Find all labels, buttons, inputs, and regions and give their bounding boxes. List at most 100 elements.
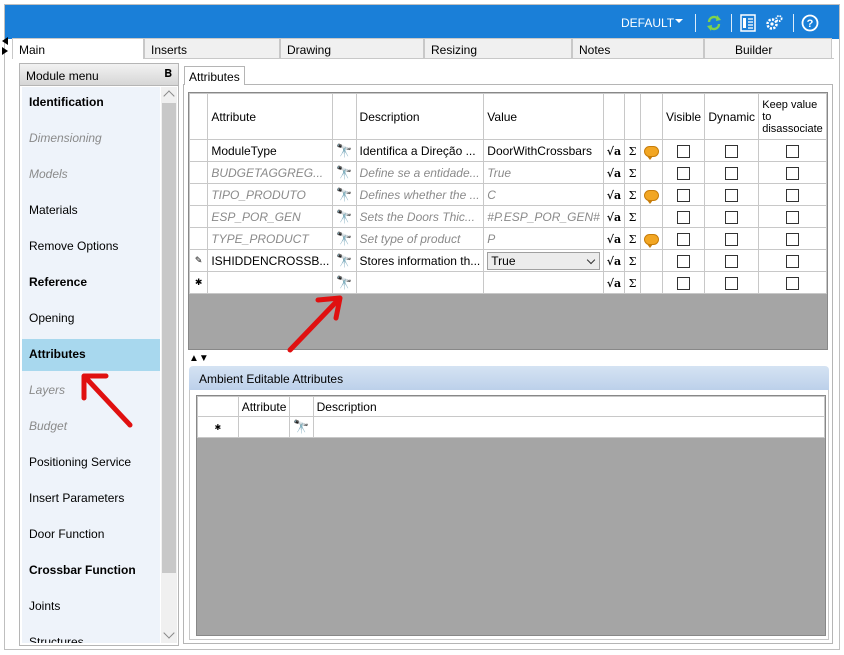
ambient-attribute-cell[interactable]: [237, 416, 291, 438]
binoculars-icon[interactable]: 🔭: [332, 249, 357, 272]
binoculars-icon[interactable]: 🔭: [332, 227, 357, 250]
help-icon[interactable]: ?: [801, 14, 819, 32]
table-row[interactable]: BUDGETAGGREG... 🔭 Define se a entidade... T…: [189, 161, 827, 184]
visible-checkbox[interactable]: [661, 139, 706, 162]
value-cell[interactable]: [483, 271, 604, 294]
module-menu-scrollbar[interactable]: [161, 87, 177, 643]
col-header-description[interactable]: Description: [355, 93, 485, 140]
chevron-down-icon[interactable]: [675, 19, 683, 23]
menu-item-materials[interactable]: Materials: [22, 195, 160, 227]
keep-value-checkbox[interactable]: [758, 139, 827, 162]
arrow-left-icon[interactable]: [2, 37, 8, 45]
sigma-icon[interactable]: Σ: [624, 227, 641, 250]
menu-item-positioning-service[interactable]: Positioning Service: [22, 447, 160, 479]
description-cell[interactable]: Set type of product: [355, 227, 485, 250]
dynamic-checkbox[interactable]: [704, 139, 760, 162]
attribute-cell[interactable]: ISHIDDENCROSSB...: [207, 249, 334, 272]
sigma-icon[interactable]: Σ: [624, 161, 641, 184]
sigma-icon[interactable]: Σ: [624, 205, 641, 228]
formula-icon[interactable]: √a: [602, 227, 626, 250]
dynamic-checkbox[interactable]: [704, 249, 760, 272]
formula-icon[interactable]: √a: [602, 139, 626, 162]
description-cell[interactable]: [355, 271, 485, 294]
binoculars-icon[interactable]: 🔭: [332, 271, 357, 294]
pin-icon[interactable]: 𝚩: [164, 68, 172, 81]
description-cell[interactable]: Stores information th...: [355, 249, 485, 272]
tab-notes[interactable]: Notes: [572, 38, 704, 58]
refresh-icon[interactable]: [705, 14, 723, 32]
dynamic-checkbox[interactable]: [704, 227, 760, 250]
ambient-new-row[interactable]: ✱ 🔭: [197, 416, 825, 438]
binoculars-icon[interactable]: 🔭: [332, 161, 357, 184]
attribute-cell[interactable]: ModuleType: [207, 139, 334, 162]
new-attribute-row[interactable]: ✱ 🔭 √a Σ: [189, 271, 827, 294]
keep-value-checkbox[interactable]: [758, 183, 827, 206]
formula-icon[interactable]: √a: [602, 161, 626, 184]
tab-builder[interactable]: Builder: [704, 38, 832, 58]
keep-value-checkbox[interactable]: [758, 161, 827, 184]
tab-inserts[interactable]: Inserts: [144, 38, 280, 58]
value-cell[interactable]: C: [483, 183, 604, 206]
description-cell[interactable]: Identifica a Direção ...: [355, 139, 485, 162]
description-cell[interactable]: Sets the Doors Thic...: [355, 205, 485, 228]
tab-attributes[interactable]: Attributes: [184, 66, 245, 85]
ambient-description-cell[interactable]: [312, 416, 825, 438]
document-list-icon[interactable]: [739, 14, 757, 32]
table-row[interactable]: ESP_POR_GEN 🔭 Sets the Doors Thic... #P.ESP…: [189, 205, 827, 228]
comment-bubble-icon[interactable]: [639, 183, 663, 206]
menu-item-opening[interactable]: Opening: [22, 303, 160, 335]
sigma-icon[interactable]: Σ: [624, 249, 641, 272]
value-cell[interactable]: DoorWithCrossbars: [483, 139, 604, 162]
description-cell[interactable]: Define se a entidade...: [355, 161, 485, 184]
attribute-cell[interactable]: TYPE_PRODUCT: [207, 227, 334, 250]
description-cell[interactable]: Defines whether the ...: [355, 183, 485, 206]
keep-value-checkbox[interactable]: [758, 249, 827, 272]
value-cell[interactable]: #P.ESP_POR_GEN#: [483, 205, 604, 228]
table-row[interactable]: TIPO_PRODUTO 🔭 Defines whether the ... C √a Σ: [189, 183, 827, 206]
attribute-cell[interactable]: TIPO_PRODUTO: [207, 183, 334, 206]
keep-value-checkbox[interactable]: [758, 205, 827, 228]
table-row[interactable]: ModuleType 🔭 Identifica a Direção ... DoorW…: [189, 139, 827, 162]
menu-item-joints[interactable]: Joints: [22, 591, 160, 623]
col-header-value[interactable]: Value: [483, 93, 604, 140]
menu-item-insert-parameters[interactable]: Insert Parameters: [22, 483, 160, 515]
formula-icon[interactable]: √a: [602, 183, 626, 206]
menu-item-reference[interactable]: Reference: [22, 267, 160, 299]
dynamic-checkbox[interactable]: [704, 271, 760, 294]
visible-checkbox[interactable]: [661, 227, 706, 250]
menu-item-crossbar-function[interactable]: Crossbar Function: [22, 555, 160, 587]
table-row[interactable]: TYPE_PRODUCT 🔭 Set type of product P √a Σ: [189, 227, 827, 250]
menu-item-structures[interactable]: Structures: [22, 627, 160, 643]
col-header-dynamic[interactable]: Dynamic: [704, 93, 760, 140]
attribute-cell[interactable]: BUDGETAGGREG...: [207, 161, 334, 184]
menu-item-identification[interactable]: Identification: [22, 87, 160, 119]
attribute-cell[interactable]: [207, 271, 334, 294]
profile-dropdown[interactable]: DEFAULT: [621, 16, 674, 30]
menu-item-remove-options[interactable]: Remove Options: [22, 231, 160, 263]
keep-value-checkbox[interactable]: [758, 271, 827, 294]
scroll-down-icon[interactable]: [163, 627, 175, 639]
col-header-keep-value[interactable]: Keep value to disassociate: [758, 93, 827, 140]
formula-icon[interactable]: √a: [602, 205, 626, 228]
splitter-arrows-icon[interactable]: ▲▼: [189, 353, 209, 364]
settings-gears-icon[interactable]: [765, 14, 783, 32]
value-dropdown[interactable]: True: [487, 251, 600, 270]
dynamic-checkbox[interactable]: [704, 161, 760, 184]
value-cell[interactable]: True: [483, 249, 604, 272]
tab-drawing[interactable]: Drawing: [280, 38, 424, 58]
binoculars-icon[interactable]: 🔭: [332, 139, 357, 162]
dynamic-checkbox[interactable]: [704, 205, 760, 228]
dynamic-checkbox[interactable]: [704, 183, 760, 206]
scrollbar-thumb[interactable]: [162, 103, 176, 573]
tab-resizing[interactable]: Resizing: [424, 38, 572, 58]
visible-checkbox[interactable]: [661, 205, 706, 228]
formula-icon[interactable]: √a: [602, 271, 626, 294]
binoculars-icon[interactable]: 🔭: [332, 205, 357, 228]
col-header-visible[interactable]: Visible: [661, 93, 706, 140]
binoculars-icon[interactable]: 🔭: [289, 416, 314, 438]
attribute-cell[interactable]: ESP_POR_GEN: [207, 205, 334, 228]
chevron-down-icon[interactable]: [586, 255, 596, 264]
keep-value-checkbox[interactable]: [758, 227, 827, 250]
tab-main[interactable]: Main: [12, 38, 144, 59]
ambient-col-attribute[interactable]: Attribute: [237, 396, 291, 417]
